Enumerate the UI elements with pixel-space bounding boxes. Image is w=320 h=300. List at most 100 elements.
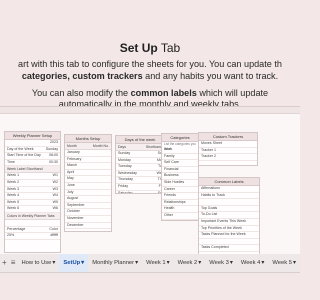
colors-header: Colors in Weekly Planner Tabs bbox=[5, 212, 60, 220]
category-row[interactable]: Career bbox=[162, 187, 198, 194]
day-row[interactable]: Thursday Th bbox=[116, 177, 164, 184]
week-label-row[interactable]: Week 2 W2 bbox=[5, 180, 60, 187]
category-row-label: Work bbox=[164, 147, 173, 151]
tab-how-to-use[interactable]: How to Use▾ bbox=[17, 254, 59, 272]
month-row-label: February bbox=[67, 156, 82, 161]
month-row[interactable]: December bbox=[65, 223, 111, 230]
month-row[interactable]: February bbox=[65, 157, 111, 164]
weekly-setting-row[interactable]: Day of the Week Sunday bbox=[5, 147, 60, 154]
label-row[interactable]: Top Priorities of the Week bbox=[199, 226, 259, 233]
label-row[interactable]: Tasks Planned for the Week bbox=[199, 232, 259, 239]
label-row[interactable]: Tasks Completed bbox=[199, 245, 259, 252]
label-row[interactable]: Habits to Track bbox=[199, 193, 259, 200]
month-row[interactable]: September bbox=[65, 203, 111, 210]
tab-label: Week 5 bbox=[272, 260, 292, 266]
plus-icon[interactable]: + bbox=[0, 254, 9, 272]
trackers-list: Moves Sheet Tracker 1 Tracker 2 bbox=[199, 141, 257, 161]
week-label-row[interactable]: Week 6 W6 bbox=[5, 206, 60, 213]
weekly-setting-row-value: 08:00 bbox=[49, 153, 58, 158]
tab-week-5[interactable]: Week 5▾ bbox=[268, 254, 300, 272]
category-row[interactable]: Work bbox=[162, 147, 198, 154]
month-row[interactable]: July bbox=[65, 190, 111, 197]
month-row[interactable]: March bbox=[65, 163, 111, 170]
day-row[interactable]: FridayFr bbox=[116, 184, 164, 191]
category-row[interactable]: Other bbox=[162, 213, 198, 220]
tab-label: Week 3 bbox=[209, 260, 229, 266]
chevron-down-icon: ▾ bbox=[198, 260, 202, 266]
month-row[interactable]: January bbox=[65, 150, 111, 157]
chevron-down-icon: ▾ bbox=[81, 260, 85, 266]
week-label-row[interactable]: Week 5 W5 bbox=[5, 200, 60, 207]
week-label-row[interactable]: Week 4 W4 bbox=[5, 193, 60, 200]
month-row[interactable]: June bbox=[65, 183, 111, 190]
tab-label: Monthly Planner bbox=[92, 260, 135, 266]
category-row[interactable]: Health bbox=[162, 206, 198, 213]
category-row-label: Side Hustles bbox=[164, 179, 185, 184]
category-row-label: Relationships bbox=[164, 199, 186, 204]
week-label-row-value: W4 bbox=[52, 193, 58, 198]
tab-week-2[interactable]: Week 2▾ bbox=[174, 254, 206, 272]
label-row[interactable]: Important Events This Week bbox=[199, 219, 259, 226]
spreadsheet-grid[interactable]: Weekly Planner Setup 2023 Day of the Week… bbox=[0, 106, 300, 256]
month-row[interactable]: November bbox=[65, 216, 111, 223]
month-row[interactable]: August bbox=[65, 196, 111, 203]
category-row[interactable]: Friends bbox=[162, 193, 198, 200]
week-label-row-value: W1 bbox=[52, 173, 58, 178]
day-row[interactable]: Saturday Sa bbox=[116, 191, 164, 193]
category-row[interactable]: Financial bbox=[162, 167, 198, 174]
tab-week-1[interactable]: Week 1▾ bbox=[142, 254, 174, 272]
week-label-row[interactable]: Week 3 W3 bbox=[5, 187, 60, 194]
category-row[interactable]: Business bbox=[162, 173, 198, 180]
category-row[interactable]: Family bbox=[162, 154, 198, 161]
category-row[interactable]: Side Hustles bbox=[162, 180, 198, 187]
weekly-setting-row[interactable]: Start Time of the Day 08:00 bbox=[5, 153, 60, 160]
tab-week-4[interactable]: Week 4▾ bbox=[237, 254, 269, 272]
label-row[interactable]: To-Do List bbox=[199, 212, 259, 219]
tab-monthly-planner[interactable]: Monthly Planner▾ bbox=[88, 254, 142, 272]
label-row[interactable] bbox=[199, 199, 259, 206]
day-row-label: Monday bbox=[118, 157, 131, 162]
label-row-label: Tasks Planned for the Week bbox=[201, 232, 246, 237]
intro-line-2-rest: and any habits you want to track. bbox=[142, 71, 279, 81]
category-row[interactable]: Self Care bbox=[162, 160, 198, 167]
month-row[interactable]: April bbox=[65, 170, 111, 177]
day-row[interactable]: Sunday Su bbox=[116, 151, 164, 158]
month-row[interactable]: May bbox=[65, 176, 111, 183]
day-row[interactable]: Wednesday We bbox=[116, 171, 164, 178]
tracker-row[interactable]: Tracker 1 bbox=[199, 148, 257, 155]
week-label-row-value: W2 bbox=[52, 179, 58, 184]
label-row-label: To-Do List bbox=[201, 212, 218, 217]
tab-setup[interactable]: SetUp▾ bbox=[59, 254, 89, 272]
month-row[interactable]: October bbox=[65, 209, 111, 216]
intro-line-2: categories, custom trackers and any habi… bbox=[0, 71, 300, 81]
sheet-tabs-bar: + ≡ How to Use▾ SetUp▾ Monthly Planner▾ Wee… bbox=[0, 254, 300, 273]
color-row[interactable]: Percentage Color bbox=[5, 227, 60, 234]
day-row[interactable]: Monday Mo bbox=[116, 158, 164, 165]
weekly-setting-row[interactable]: Time 00:30 bbox=[5, 160, 60, 167]
weekly-setting-row-value: 2023 bbox=[50, 140, 58, 144]
tab-week-3[interactable]: Week 3▾ bbox=[205, 254, 237, 272]
color-row-value: #ffffff bbox=[50, 233, 58, 238]
week-label-row-label: Week 1 bbox=[7, 173, 20, 178]
category-row[interactable]: Relationships bbox=[162, 200, 198, 207]
weekly-setting-row[interactable]: 2023 bbox=[5, 140, 60, 147]
month-row-label: March bbox=[67, 163, 77, 168]
month-row-label: May bbox=[67, 176, 74, 181]
day-row[interactable]: Tuesday Tu bbox=[116, 164, 164, 171]
colors-list: Percentage Color 25% #ffffff bbox=[5, 220, 60, 240]
tracker-row[interactable]: Moves Sheet bbox=[199, 141, 257, 148]
list-icon[interactable]: ≡ bbox=[9, 254, 18, 272]
label-row-label: Top Priorities of the Week bbox=[201, 225, 242, 230]
color-row[interactable]: 25% #ffffff bbox=[5, 233, 60, 240]
tracker-row[interactable]: Tracker 2 bbox=[199, 154, 257, 161]
week-label-row-label: Week 5 bbox=[7, 199, 20, 204]
label-row[interactable] bbox=[199, 239, 259, 246]
label-row[interactable]: Top Goals bbox=[199, 206, 259, 213]
week-label-row[interactable]: Week 1 W1 bbox=[5, 173, 60, 180]
label-row[interactable]: Affirmations bbox=[199, 186, 259, 193]
days-setup-panel: Days of the week Days Shorthand Sunday Su M… bbox=[115, 135, 165, 194]
intro-custom-trackers: custom trackers bbox=[72, 71, 143, 81]
panel-title: Common Labels bbox=[199, 178, 259, 186]
chevron-down-icon: ▾ bbox=[135, 260, 139, 266]
color-row[interactable] bbox=[5, 220, 60, 227]
